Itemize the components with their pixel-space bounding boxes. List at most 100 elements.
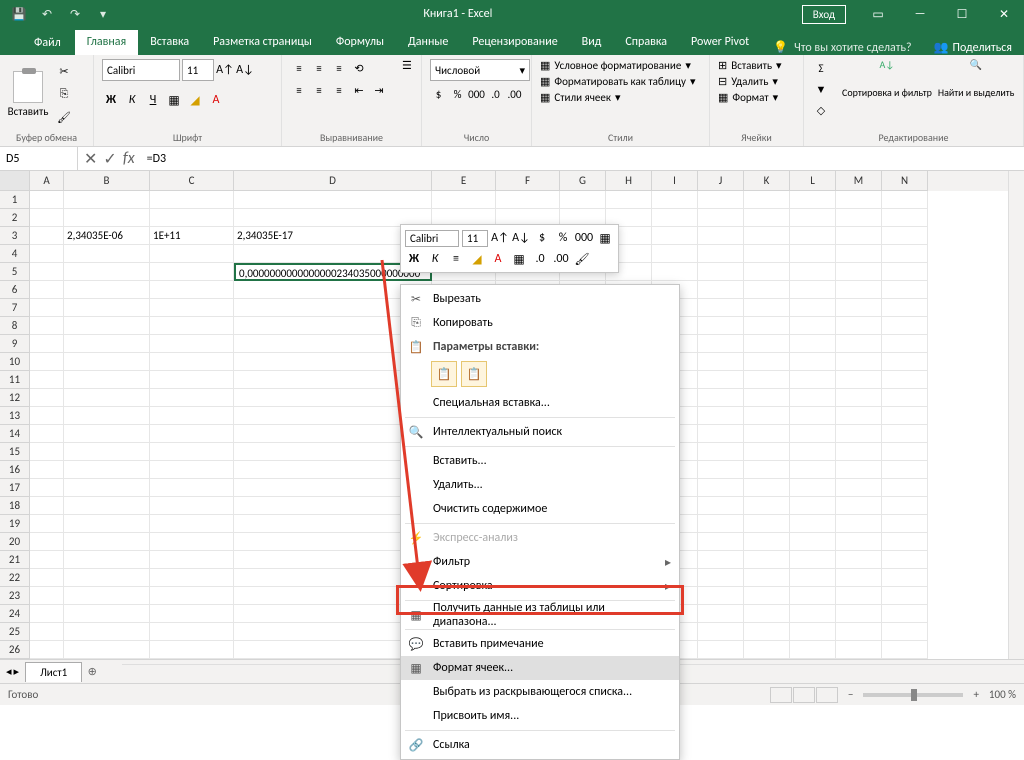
view-page-break-icon[interactable]	[816, 687, 838, 703]
ctx-smart-lookup[interactable]: 🔍Интеллектуальный поиск	[401, 420, 679, 444]
row-header[interactable]: 3	[0, 227, 30, 245]
tab-формулы[interactable]: Формулы	[324, 30, 396, 55]
tab-вид[interactable]: Вид	[570, 30, 614, 55]
mini-grow-font-icon[interactable]: A↑	[491, 229, 509, 247]
row-header[interactable]: 1	[0, 191, 30, 209]
align-left-icon[interactable]: ≡	[290, 81, 308, 99]
cancel-formula-icon[interactable]: ✕	[84, 149, 97, 169]
row-header[interactable]: 15	[0, 443, 30, 461]
fill-color-icon[interactable]: ◢	[186, 91, 204, 109]
format-painter-icon[interactable]: 🖌	[54, 107, 74, 127]
ctx-filter[interactable]: Фильтр▸	[401, 550, 679, 574]
wrap-merge-icon[interactable]: ☰	[402, 59, 413, 129]
tab-главная[interactable]: Главная	[75, 30, 138, 55]
share-button[interactable]: 👥 Поделиться	[934, 40, 1012, 55]
zoom-in-icon[interactable]: +	[973, 688, 978, 701]
row-header[interactable]: 4	[0, 245, 30, 263]
mini-font-name[interactable]: Calibri	[405, 230, 459, 247]
login-button[interactable]: Вход	[802, 5, 846, 24]
tab-справка[interactable]: Справка	[613, 30, 679, 55]
mini-painter-icon[interactable]: 🖌	[573, 250, 591, 268]
ctx-define-name[interactable]: Присвоить имя...	[401, 704, 679, 728]
ctx-get-data[interactable]: ▦Получить данные из таблицы или диапазон…	[401, 603, 679, 627]
align-bottom-icon[interactable]: ≡	[330, 59, 348, 77]
row-header[interactable]: 13	[0, 407, 30, 425]
ctx-delete[interactable]: Удалить...	[401, 473, 679, 497]
mini-comma-icon[interactable]: 000	[575, 229, 593, 247]
percent-icon[interactable]: %	[449, 85, 466, 103]
enter-formula-icon[interactable]: ✓	[103, 149, 116, 169]
tab-file[interactable]: Файл	[20, 31, 75, 55]
col-header[interactable]: M	[836, 171, 882, 191]
row-header[interactable]: 2	[0, 209, 30, 227]
currency-icon[interactable]: $	[430, 85, 447, 103]
mini-inc-icon[interactable]: .00	[552, 250, 570, 268]
tell-me-input[interactable]: Что вы хотите сделать?	[794, 41, 911, 55]
align-middle-icon[interactable]: ≡	[310, 59, 328, 77]
paste-button[interactable]: Вставить	[8, 59, 48, 129]
orientation-icon[interactable]: ⟲	[350, 59, 368, 77]
row-header[interactable]: 9	[0, 335, 30, 353]
col-header[interactable]: A	[30, 171, 64, 191]
name-box[interactable]: D5	[0, 147, 78, 170]
zoom-slider[interactable]	[863, 693, 963, 697]
ctx-paste-values[interactable]: 📋	[461, 361, 487, 387]
ctx-insert[interactable]: Вставить...	[401, 449, 679, 473]
ctx-link[interactable]: 🔗Ссылка	[401, 733, 679, 757]
redo-icon[interactable]: ↷	[64, 3, 86, 25]
mini-borders-icon[interactable]: ▦	[510, 250, 528, 268]
cell-styles-button[interactable]: ▦Стили ячеек ▾	[540, 91, 695, 104]
mini-percent-icon[interactable]: %	[554, 229, 572, 247]
tab-данные[interactable]: Данные	[396, 30, 460, 55]
shrink-font-icon[interactable]: A↓	[236, 61, 254, 79]
indent-dec-icon[interactable]: ⇤	[350, 81, 368, 99]
row-header[interactable]: 8	[0, 317, 30, 335]
col-header[interactable]: K	[744, 171, 790, 191]
mini-font-size[interactable]: 11	[462, 230, 488, 247]
number-format-select[interactable]: Числовой▾	[430, 59, 530, 81]
view-page-layout-icon[interactable]	[793, 687, 815, 703]
italic-button[interactable]: К	[123, 91, 141, 109]
border-icon[interactable]: ▦	[165, 91, 183, 109]
sheet-next-icon[interactable]: ▸	[14, 665, 20, 678]
col-header[interactable]: J	[698, 171, 744, 191]
col-header[interactable]: G	[560, 171, 606, 191]
find-select-button[interactable]: 🔍 Найти и выделить	[938, 59, 1014, 129]
fx-icon[interactable]: fx	[123, 149, 135, 169]
cell-B3[interactable]: 2,34035E-06	[64, 227, 150, 245]
ctx-clear[interactable]: Очистить содержимое	[401, 497, 679, 521]
qat-dropdown-icon[interactable]: ▾	[92, 3, 114, 25]
row-header[interactable]: 20	[0, 533, 30, 551]
ctx-pick-list[interactable]: Выбрать из раскрывающегося списка...	[401, 680, 679, 704]
align-right-icon[interactable]: ≡	[330, 81, 348, 99]
tab-power-pivot[interactable]: Power Pivot	[679, 30, 761, 55]
ctx-sort[interactable]: Сортировка▸	[401, 574, 679, 598]
mini-dec-icon[interactable]: .0	[531, 250, 549, 268]
tab-вставка[interactable]: Вставка	[138, 30, 201, 55]
autosum-icon[interactable]: Σ	[812, 59, 830, 77]
font-name-select[interactable]: Calibri	[102, 59, 180, 81]
zoom-out-icon[interactable]: −	[848, 688, 853, 701]
col-header[interactable]: B	[64, 171, 150, 191]
conditional-formatting-button[interactable]: ▦Условное форматирование ▾	[540, 59, 695, 72]
copy-icon[interactable]: ⎘	[54, 84, 74, 104]
indent-inc-icon[interactable]: ⇥	[370, 81, 388, 99]
mini-align-icon[interactable]: ≡	[447, 250, 465, 268]
minimize-icon[interactable]: —	[900, 0, 940, 28]
formula-input[interactable]: =D3	[141, 152, 1024, 166]
sheet-tab[interactable]: Лист1	[25, 662, 82, 682]
undo-icon[interactable]: ↶	[36, 3, 58, 25]
col-header[interactable]: D	[234, 171, 432, 191]
underline-button[interactable]: Ч	[144, 91, 162, 109]
cell-C3[interactable]: 1E+11	[150, 227, 234, 245]
save-icon[interactable]: 💾	[8, 3, 30, 25]
tab-разметка-страницы[interactable]: Разметка страницы	[201, 30, 324, 55]
row-header[interactable]: 5	[0, 263, 30, 281]
ctx-paste-special[interactable]: Специальная вставка...	[401, 391, 679, 415]
row-header[interactable]: 26	[0, 641, 30, 659]
sheet-prev-icon[interactable]: ◂	[6, 665, 12, 678]
inc-decimal-icon[interactable]: .0	[487, 85, 504, 103]
row-header[interactable]: 6	[0, 281, 30, 299]
bold-button[interactable]: Ж	[102, 91, 120, 109]
ctx-format-cells[interactable]: ▦Формат ячеек...	[401, 656, 679, 680]
